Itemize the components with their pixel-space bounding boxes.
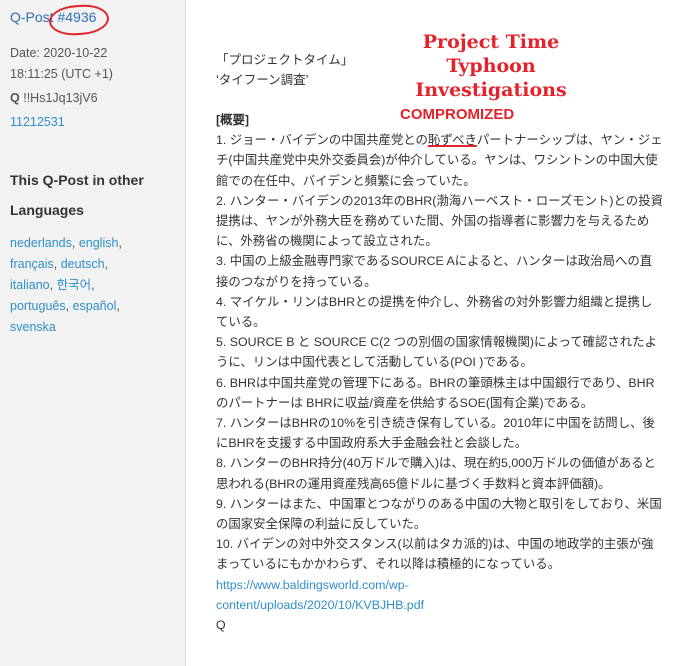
post-time: 18:11:25 (UTC +1)	[10, 67, 113, 81]
languages-heading: This Q-Post in other Languages	[10, 165, 144, 225]
lang-link-francais[interactable]: français	[10, 257, 54, 271]
post-id-link[interactable]: 11212531	[10, 115, 65, 129]
post-body: [概要] 1. ジョー・バイデンの中国共産党との恥ずべきパートナーシップは、ヤン…	[216, 110, 664, 635]
lang-link-deutsch[interactable]: deutsch	[61, 257, 105, 271]
languages-heading-line2: Languages	[10, 202, 84, 218]
source-link[interactable]: https://www.baldingsworld.com/wp-content…	[216, 578, 424, 612]
tripcode: !!Hs1Jq13jV6	[23, 91, 98, 105]
jp-title-line2: ‘タイフーン調査’	[216, 73, 309, 87]
lang-link-italiano[interactable]: italiano	[10, 278, 50, 292]
tripcode-line: Q !!Hs1Jq13jV6	[10, 88, 98, 108]
jp-title-line1: 「プロジェクトタイム」	[216, 53, 354, 67]
list-item: 3. 中国の上級金融専門家であるSOURCE Aによると、ハンターは政治局への直…	[216, 254, 653, 289]
list-item: 6. BHRは中国共産党の管理下にある。BHRの筆頭株主は中国銀行であり、BHR…	[216, 375, 655, 410]
list-item: 2. ハンター・バイデンの2013年のBHR(渤海ハーベスト・ローズモント)との…	[216, 193, 663, 249]
annotation-title-line2: Typhoon Investigations	[415, 55, 567, 101]
list-item: 4. マイケル・リンはBHRとの提携を仲介し、外務省の対外影響力組織と提携してい…	[216, 294, 653, 330]
language-list: nederlands, english, français, deutsch, …	[10, 236, 122, 334]
source-link-para: https://www.baldingsworld.com/wp-content…	[216, 575, 664, 615]
post-date: Date: 2020-10-22	[10, 46, 108, 60]
sidebar: Q-Post #4936 Date: 2020-10-22 18:11:25 (…	[0, 0, 186, 666]
source-link-line1: https://www.baldingsworld.com/wp-	[216, 577, 409, 592]
list-item: 8. ハンターのBHR持分(40万ドルで購入)は、現在約5,000万ドルの価値が…	[216, 456, 656, 491]
lang-link-espanol[interactable]: español	[73, 299, 117, 313]
list-item: 9. ハンターはまた、中国軍とつながりのある中国の大物と取引をしており、米国の国…	[216, 496, 662, 532]
lang-link-english[interactable]: english	[79, 236, 119, 250]
signature: Q	[216, 618, 226, 633]
post-id-line: 11212531	[10, 112, 65, 132]
list-item: 10. バイデンの対中外交スタンス(以前はタカ派的)は、中国の地政学的主張が強ま…	[216, 537, 654, 572]
item1-text-pre: 1. ジョー・バイデンの中国共産党との	[216, 133, 428, 148]
lang-link-korean[interactable]: 한국어	[57, 278, 92, 292]
post-content: 「プロジェクトタイム」 ‘タイフーン調査’ Project Time Typho…	[186, 0, 680, 666]
annotation-title-line1: Project Time	[422, 31, 560, 53]
lang-link-svenska[interactable]: svenska	[10, 320, 56, 334]
trip-label: Q	[10, 91, 20, 105]
lang-link-nederlands[interactable]: nederlands	[10, 236, 72, 250]
list-item-1: 1. ジョー・バイデンの中国共産党との恥ずべきパートナーシップは、ヤン・ジェチ(…	[216, 130, 664, 191]
lang-link-portugues[interactable]: português	[10, 299, 66, 313]
source-link-line2: content/uploads/2020/10/KVBJHB.pdf	[216, 597, 425, 612]
underlined-phrase: 恥ずべき	[427, 133, 477, 148]
section-heading: [概要]	[216, 113, 250, 127]
languages-heading-line1: This Q-Post in other	[10, 172, 144, 188]
post-title-prefix: Q-Post	[10, 9, 54, 25]
list-item: 7. ハンターはBHRの10%を引き続き保有している。2010年に中国を訪問し、…	[216, 416, 655, 451]
list-item: 5. SOURCE B と SOURCE C(2 つの別個の国家情報機関)によっ…	[216, 335, 657, 370]
